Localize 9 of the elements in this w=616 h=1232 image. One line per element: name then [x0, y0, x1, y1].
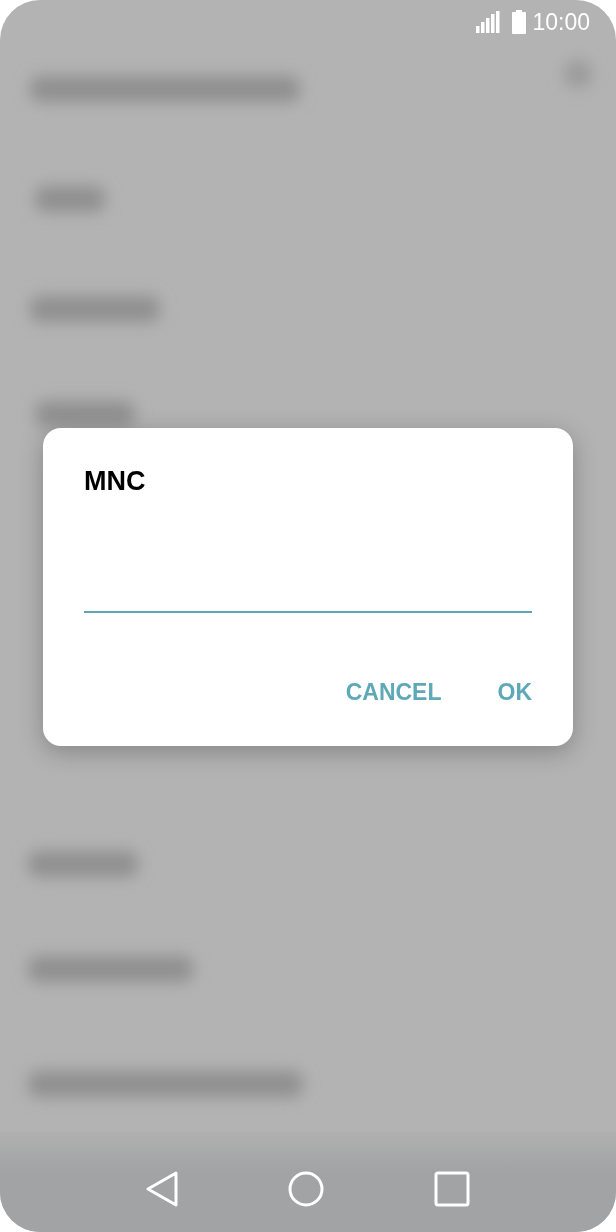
recents-icon[interactable] [434, 1171, 470, 1207]
cancel-button[interactable]: CANCEL [329, 673, 458, 712]
ok-button[interactable]: OK [481, 673, 548, 712]
home-icon[interactable] [288, 1171, 324, 1207]
dialog-title: MNC [84, 465, 146, 498]
signal-icon [476, 11, 501, 33]
status-time: 10:00 [532, 8, 590, 36]
back-icon[interactable] [146, 1171, 178, 1207]
battery-icon [512, 10, 527, 34]
